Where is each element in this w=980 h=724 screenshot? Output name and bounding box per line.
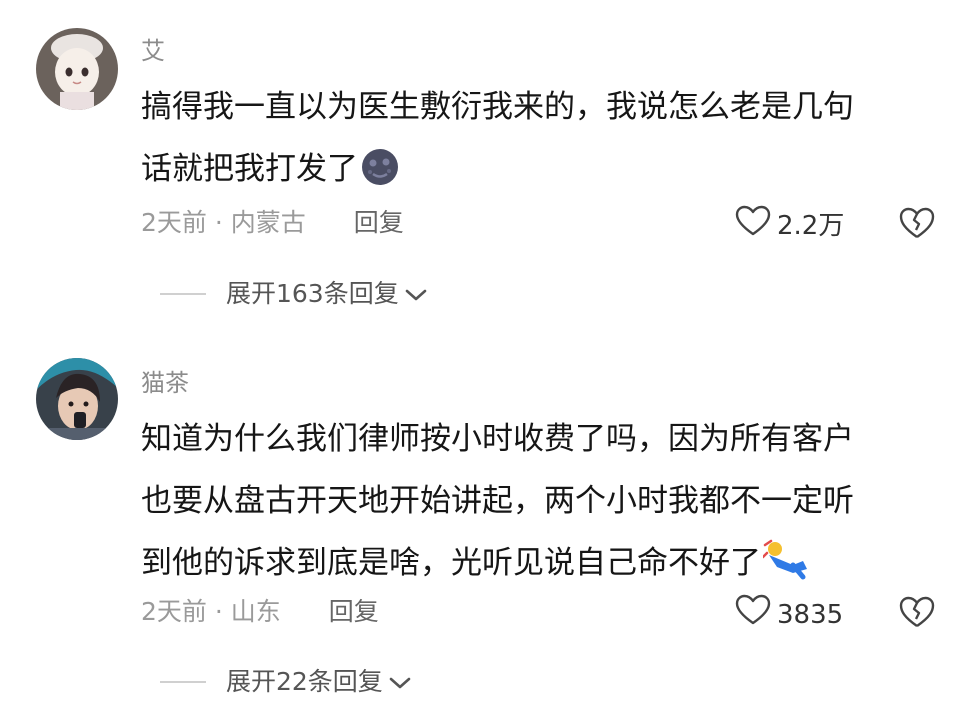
avatar[interactable] [36,358,118,440]
avatar[interactable] [36,28,118,110]
like-count: 2.2万 [777,210,845,241]
broken-heart-icon [898,207,936,244]
heart-icon [735,594,771,635]
comment-text: 知道为什么我们律师按小时收费了吗，因为所有客户 也要从盘古开天地开始讲起，两个小… [141,408,931,594]
falling-person-icon [761,539,809,602]
time-location: 2天前 · 内蒙古 [141,208,306,237]
expand-replies-button[interactable]: 展开22条回复 [160,665,411,699]
dark-moon-face-icon [360,146,400,208]
comment-line: 知道为什么我们律师按小时收费了吗，因为所有客户 [141,421,854,457]
chevron-down-icon [405,277,427,311]
like-button[interactable]: 3835 [735,594,843,635]
comment-line: 也要从盘古开天地开始讲起，两个小时我都不一定听 [141,483,854,519]
comment-line-text: 话就把我打发了 [141,151,358,187]
like-button[interactable]: 2.2万 [735,205,844,246]
expand-replies-button[interactable]: 展开163条回复 [160,277,427,311]
comment-line-text: 到他的诉求到底是啥，光听见说自己命不好了 [141,545,761,581]
comment-meta: 2天前 · 内蒙古 回复 [141,206,404,240]
heart-icon [735,205,771,246]
broken-heart-icon [898,596,936,633]
dislike-button[interactable] [898,595,936,633]
username[interactable]: 艾 [141,36,165,66]
expand-replies-label: 展开22条回复 [226,667,383,696]
comment-line: 话就把我打发了 [141,138,931,200]
time-location: 2天前 · 山东 [141,597,281,626]
comment-text: 搞得我一直以为医生敷衍我来的，我说怎么老是几句 话就把我打发了 [141,76,931,200]
reply-button[interactable]: 回复 [329,597,379,626]
divider-line [160,681,206,683]
comment-line: 搞得我一直以为医生敷衍我来的，我说怎么老是几句 [141,89,854,125]
comment-line: 到他的诉求到底是啥，光听见说自己命不好了 [141,532,931,594]
reply-button[interactable]: 回复 [354,208,404,237]
username[interactable]: 猫茶 [141,368,189,398]
comment-meta: 2天前 · 山东 回复 [141,595,379,629]
like-count: 3835 [777,599,844,630]
chevron-down-icon [389,665,411,699]
dislike-button[interactable] [898,206,936,244]
expand-replies-label: 展开163条回复 [226,279,399,308]
divider-line [160,293,206,295]
